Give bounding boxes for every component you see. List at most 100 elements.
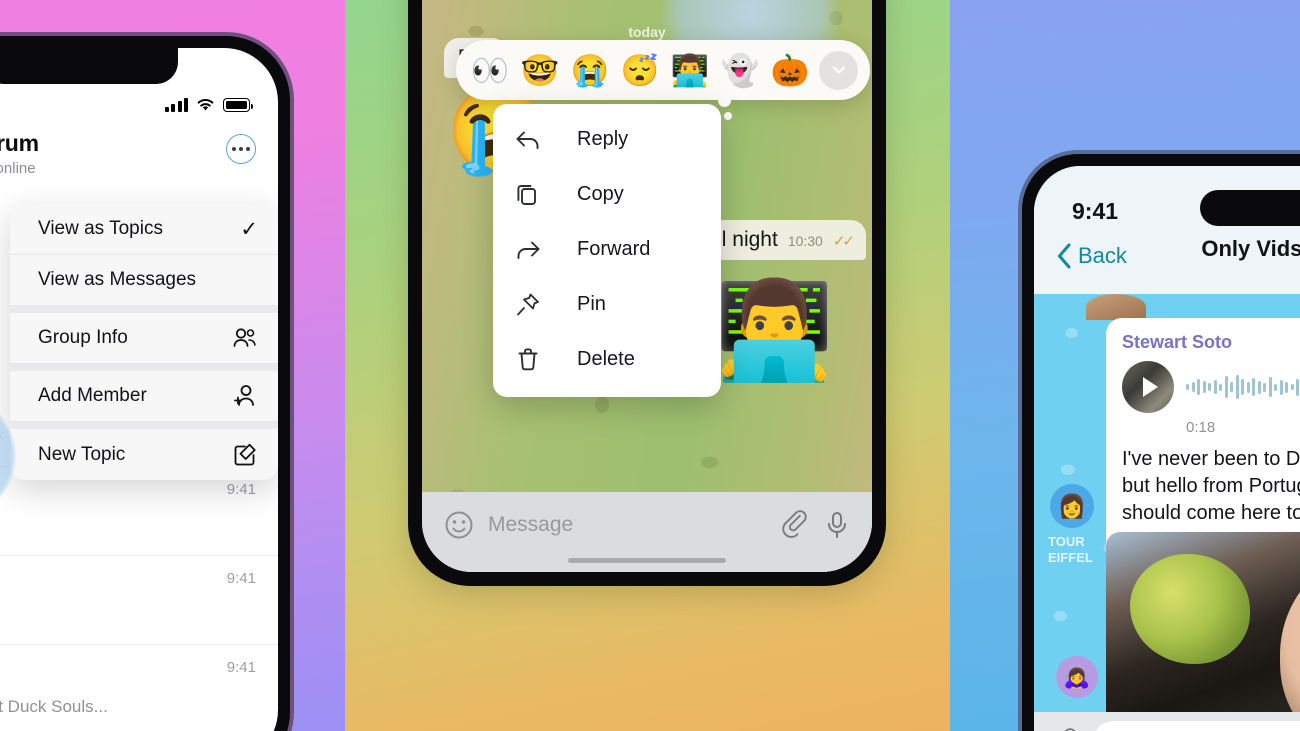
navigation-bar: 9:41 Back Only Vids Around the Wo — [1034, 166, 1300, 294]
avatar[interactable]: 👩 — [1050, 484, 1094, 528]
menu-item-copy[interactable]: Copy — [493, 167, 721, 222]
list-item[interactable]: 9:41 st player to beat Duck Souls... — [0, 645, 278, 731]
timestamp: 9:41 — [226, 570, 256, 587]
chevron-down-icon[interactable] — [819, 50, 858, 90]
signal-bars-icon — [164, 98, 188, 112]
compose-icon — [233, 442, 258, 467]
timestamp: 9:41 — [226, 659, 256, 676]
avatar-secondary[interactable]: 🙇‍♀️ — [1056, 656, 1098, 698]
voice-message[interactable] — [1122, 361, 1300, 413]
trash-icon — [515, 347, 541, 372]
read-receipt-icon: ✓✓ — [832, 233, 855, 250]
notch — [0, 48, 178, 84]
phone-screen-left: ming Forum embers, 395 online 9:41 s to … — [0, 48, 278, 731]
menu-item-reply[interactable]: Reply — [493, 112, 721, 167]
menu-item-label: View as Topics — [38, 218, 163, 239]
reaction-sleeping-face-icon[interactable]: 😴 — [618, 55, 662, 86]
list-item[interactable]: 9:41 tos — [0, 556, 278, 645]
back-label: Back — [1078, 243, 1127, 268]
status-bar — [0, 92, 278, 118]
reply-arrow-icon — [515, 129, 541, 151]
menu-item-forward[interactable]: Forward — [493, 222, 721, 277]
back-button[interactable]: Back — [1056, 242, 1127, 270]
menu-separator — [10, 306, 278, 313]
message-sender-name: Stewart Soto — [1122, 332, 1233, 352]
reaction-ghost-icon[interactable]: 👻 — [718, 55, 762, 86]
paperclip-icon[interactable] — [782, 510, 810, 540]
menu-item-pin[interactable]: Pin — [493, 277, 721, 332]
menu-item-group-info[interactable]: Group Info — [10, 313, 278, 364]
microphone-icon[interactable] — [824, 510, 850, 540]
menu-item-view-as-messages[interactable]: View as Messages — [10, 255, 278, 306]
message-preview: s to play today? — [0, 430, 1, 450]
reaction-eyes-icon[interactable]: 👀 — [468, 55, 512, 86]
smiley-icon[interactable] — [444, 510, 474, 540]
voice-duration: 0:18 — [1186, 419, 1216, 436]
forward-arrow-icon — [515, 239, 541, 261]
menu-item-view-as-topics[interactable]: View as Topics ✓ — [10, 204, 278, 255]
menu-item-label: Reply — [577, 128, 629, 150]
check-icon: ✓ — [240, 217, 258, 241]
member-count: embers, 395 online — [0, 160, 36, 177]
nav-titles[interactable]: Only Vids Around the Wo — [1201, 236, 1300, 262]
phone-left: ming Forum embers, 395 online 9:41 s to … — [0, 36, 290, 731]
screenshot-stage: ming Forum embers, 395 online 9:41 s to … — [0, 0, 1300, 731]
home-indicator — [568, 557, 726, 563]
message-input-placeholder[interactable]: Message — [488, 513, 768, 537]
reaction-nerd-face-icon[interactable]: 🤓 — [518, 55, 562, 86]
message-preview: st player to beat Duck Souls... — [0, 697, 108, 716]
phone-screen-right: Stewart Soto 0:18 I've never been to Den… — [1034, 166, 1300, 731]
reaction-tail-large — [718, 94, 731, 107]
video-avatar[interactable] — [1122, 361, 1174, 413]
play-icon — [1142, 377, 1158, 397]
menu-item-label: Copy — [577, 183, 624, 205]
battery-icon — [223, 98, 253, 112]
timestamp: 9:41 — [226, 481, 256, 498]
reaction-tail-small — [724, 112, 732, 120]
menu-item-label: New Topic — [38, 443, 126, 465]
message-context-menu: Reply Copy Forward Pin Delete — [493, 104, 721, 397]
message-input-bar: Message — [1034, 712, 1300, 731]
chevron-left-icon — [1056, 242, 1073, 270]
menu-item-label: Forward — [577, 238, 651, 260]
person-face — [1280, 550, 1300, 716]
menu-item-delete[interactable]: Delete — [493, 332, 721, 387]
dynamic-island — [1200, 190, 1300, 226]
more-options-button[interactable] — [226, 134, 256, 164]
menu-item-label: Pin — [577, 293, 606, 315]
pin-icon — [515, 292, 541, 317]
menu-item-add-member[interactable]: Add Member — [10, 371, 278, 422]
menu-item-label: Delete — [577, 348, 635, 370]
dot — [239, 147, 243, 151]
message-input-field[interactable]: Message — [1092, 721, 1300, 731]
person-add-icon — [232, 384, 258, 408]
view-options-menu: View as Topics ✓ View as Messages Group … — [10, 204, 278, 480]
menu-item-label: Group Info — [38, 327, 128, 348]
status-time: 9:41 — [1072, 198, 1119, 224]
video-message-preview[interactable] — [1106, 532, 1300, 716]
menu-item-new-topic[interactable]: New Topic — [10, 429, 278, 480]
menu-separator — [10, 364, 278, 371]
menu-separator — [10, 422, 278, 429]
reaction-crying-face-icon[interactable]: 😭 — [568, 55, 612, 86]
menu-item-label: Add Member — [38, 385, 147, 406]
menu-item-label: View as Messages — [38, 269, 197, 290]
reaction-picker-bar: 👀 🤓 😭 😴 👨‍💻 👻 🎃 — [456, 40, 870, 100]
chat-header: ming Forum embers, 395 online — [0, 130, 278, 177]
page-title: ming Forum — [0, 130, 39, 156]
wifi-icon — [196, 98, 215, 112]
copy-icon — [515, 183, 541, 207]
phone-screen-center: today Rea 😭 all night 10:30 ✓✓ 👨‍💻 👀 🤓 😭… — [422, 0, 872, 572]
dot — [246, 147, 250, 151]
dot — [232, 147, 236, 151]
people-icon — [232, 327, 258, 349]
sticker-man-technologist[interactable]: 👨‍💻 — [714, 283, 834, 379]
reaction-man-technologist-icon[interactable]: 👨‍💻 — [668, 55, 712, 86]
list-item[interactable]: 9:41 enshots 🔇 — [0, 467, 278, 556]
partial-photo-above — [1086, 294, 1146, 320]
message-time: 10:30 — [787, 233, 823, 249]
waveform[interactable] — [1186, 372, 1300, 402]
reaction-jack-o-lantern-icon[interactable]: 🎃 — [768, 55, 812, 86]
phone-right: Stewart Soto 0:18 I've never been to Den… — [1022, 154, 1300, 731]
wallpaper-label: TOUR EIFFEL — [1048, 534, 1093, 566]
